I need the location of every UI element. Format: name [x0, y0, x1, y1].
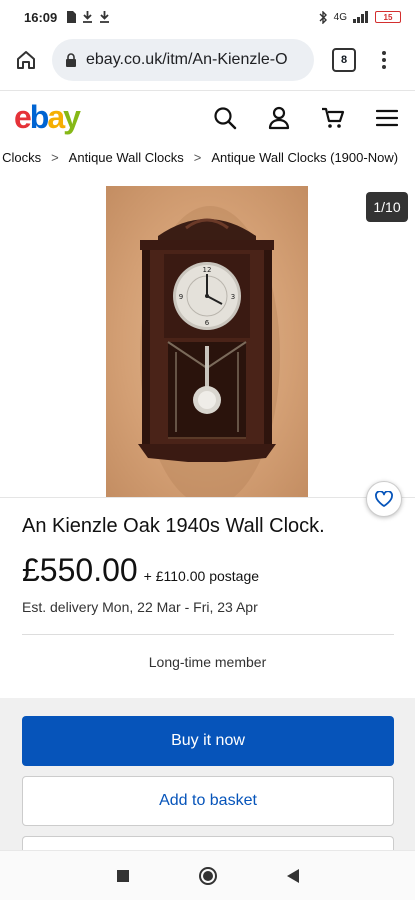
user-icon [268, 106, 290, 129]
header-actions [211, 104, 401, 132]
cart-icon [322, 107, 345, 128]
cart-button[interactable] [319, 104, 347, 132]
price: £550.00 [22, 552, 138, 588]
product-image[interactable]: 12 3 6 9 [106, 186, 308, 498]
battery-icon: 15 [375, 11, 401, 23]
status-system-icons: 4G 15 [319, 10, 401, 24]
account-button[interactable] [265, 104, 293, 132]
svg-text:9: 9 [179, 293, 183, 301]
download-icon [100, 11, 110, 23]
tab-switcher-button[interactable]: 8 [332, 48, 356, 72]
search-icon [214, 106, 237, 129]
address-bar[interactable]: ebay.co.uk/itm/An-Kienzle-O [52, 39, 314, 81]
hamburger-menu-button[interactable] [373, 104, 401, 132]
divider [0, 497, 415, 498]
breadcrumb-separator: > [51, 150, 59, 165]
svg-text:12: 12 [203, 266, 212, 274]
recent-apps-button[interactable] [116, 869, 129, 882]
wall-clock-photo: 12 3 6 9 [138, 206, 280, 498]
divider [22, 634, 394, 635]
logo-letter-y: y [63, 99, 81, 135]
url-text: ebay.co.uk/itm/An-Kienzle-O [86, 51, 288, 68]
image-counter: 1/10 [366, 192, 408, 222]
breadcrumb-link[interactable]: Antique Wall Clocks [69, 150, 184, 165]
search-button[interactable] [211, 104, 239, 132]
back-button[interactable] [286, 868, 299, 883]
status-notification-icons [67, 11, 110, 23]
download-icon [83, 11, 93, 23]
breadcrumb: ue Clocks > Antique Wall Clocks > Antiqu… [0, 148, 415, 170]
android-navigation-bar [0, 850, 415, 900]
add-to-watchlist-button[interactable] [366, 481, 402, 517]
network-type-label: 4G [333, 11, 347, 23]
breadcrumb-link[interactable]: ue Clocks [0, 150, 41, 165]
price-row: £550.00 + £110.00 postage [22, 552, 259, 589]
add-to-basket-button[interactable]: Add to basket [22, 776, 394, 826]
logo-letter-b: b [29, 99, 49, 135]
status-bar: 16:09 4G 15 [0, 0, 415, 34]
menu-dot [382, 58, 386, 62]
breadcrumb-separator: > [193, 150, 202, 165]
site-header: ebay [0, 90, 415, 144]
seller-badge: Long-time member [148, 654, 267, 670]
battery-level: 15 [383, 12, 393, 22]
menu-dot [382, 65, 386, 69]
browser-toolbar: ebay.co.uk/itm/An-Kienzle-O 8 [0, 34, 415, 86]
buy-it-now-button[interactable]: Buy it now [22, 716, 394, 766]
hamburger-icon [376, 109, 398, 126]
logo-letter-a: a [47, 99, 65, 135]
estimated-delivery: Est. delivery Mon, 22 Mar - Fri, 23 Apr [22, 599, 258, 615]
postage-cost: + £110.00 postage [143, 568, 260, 584]
home-icon [17, 51, 35, 69]
svg-text:3: 3 [231, 293, 235, 301]
logo-letter-e: e [14, 99, 32, 135]
signal-icon [353, 11, 368, 23]
product-title: An Kienzle Oak 1940s Wall Clock. [22, 515, 325, 537]
breadcrumb-link[interactable]: Antique Wall Clocks (1900-Now) [211, 150, 398, 165]
tab-count: 8 [340, 54, 348, 66]
home-button[interactable] [8, 42, 44, 78]
heart-icon [375, 491, 393, 507]
lock-icon [66, 53, 76, 67]
svg-text:6: 6 [205, 319, 210, 327]
bluetooth-icon [319, 10, 327, 24]
home-nav-button[interactable] [198, 866, 217, 885]
browser-menu-button[interactable] [374, 45, 394, 75]
home-nav-icon [202, 870, 213, 881]
status-time: 16:09 [24, 9, 58, 25]
menu-dot [382, 51, 386, 55]
sim-icon [67, 11, 77, 23]
ebay-logo[interactable]: ebay [14, 99, 81, 136]
